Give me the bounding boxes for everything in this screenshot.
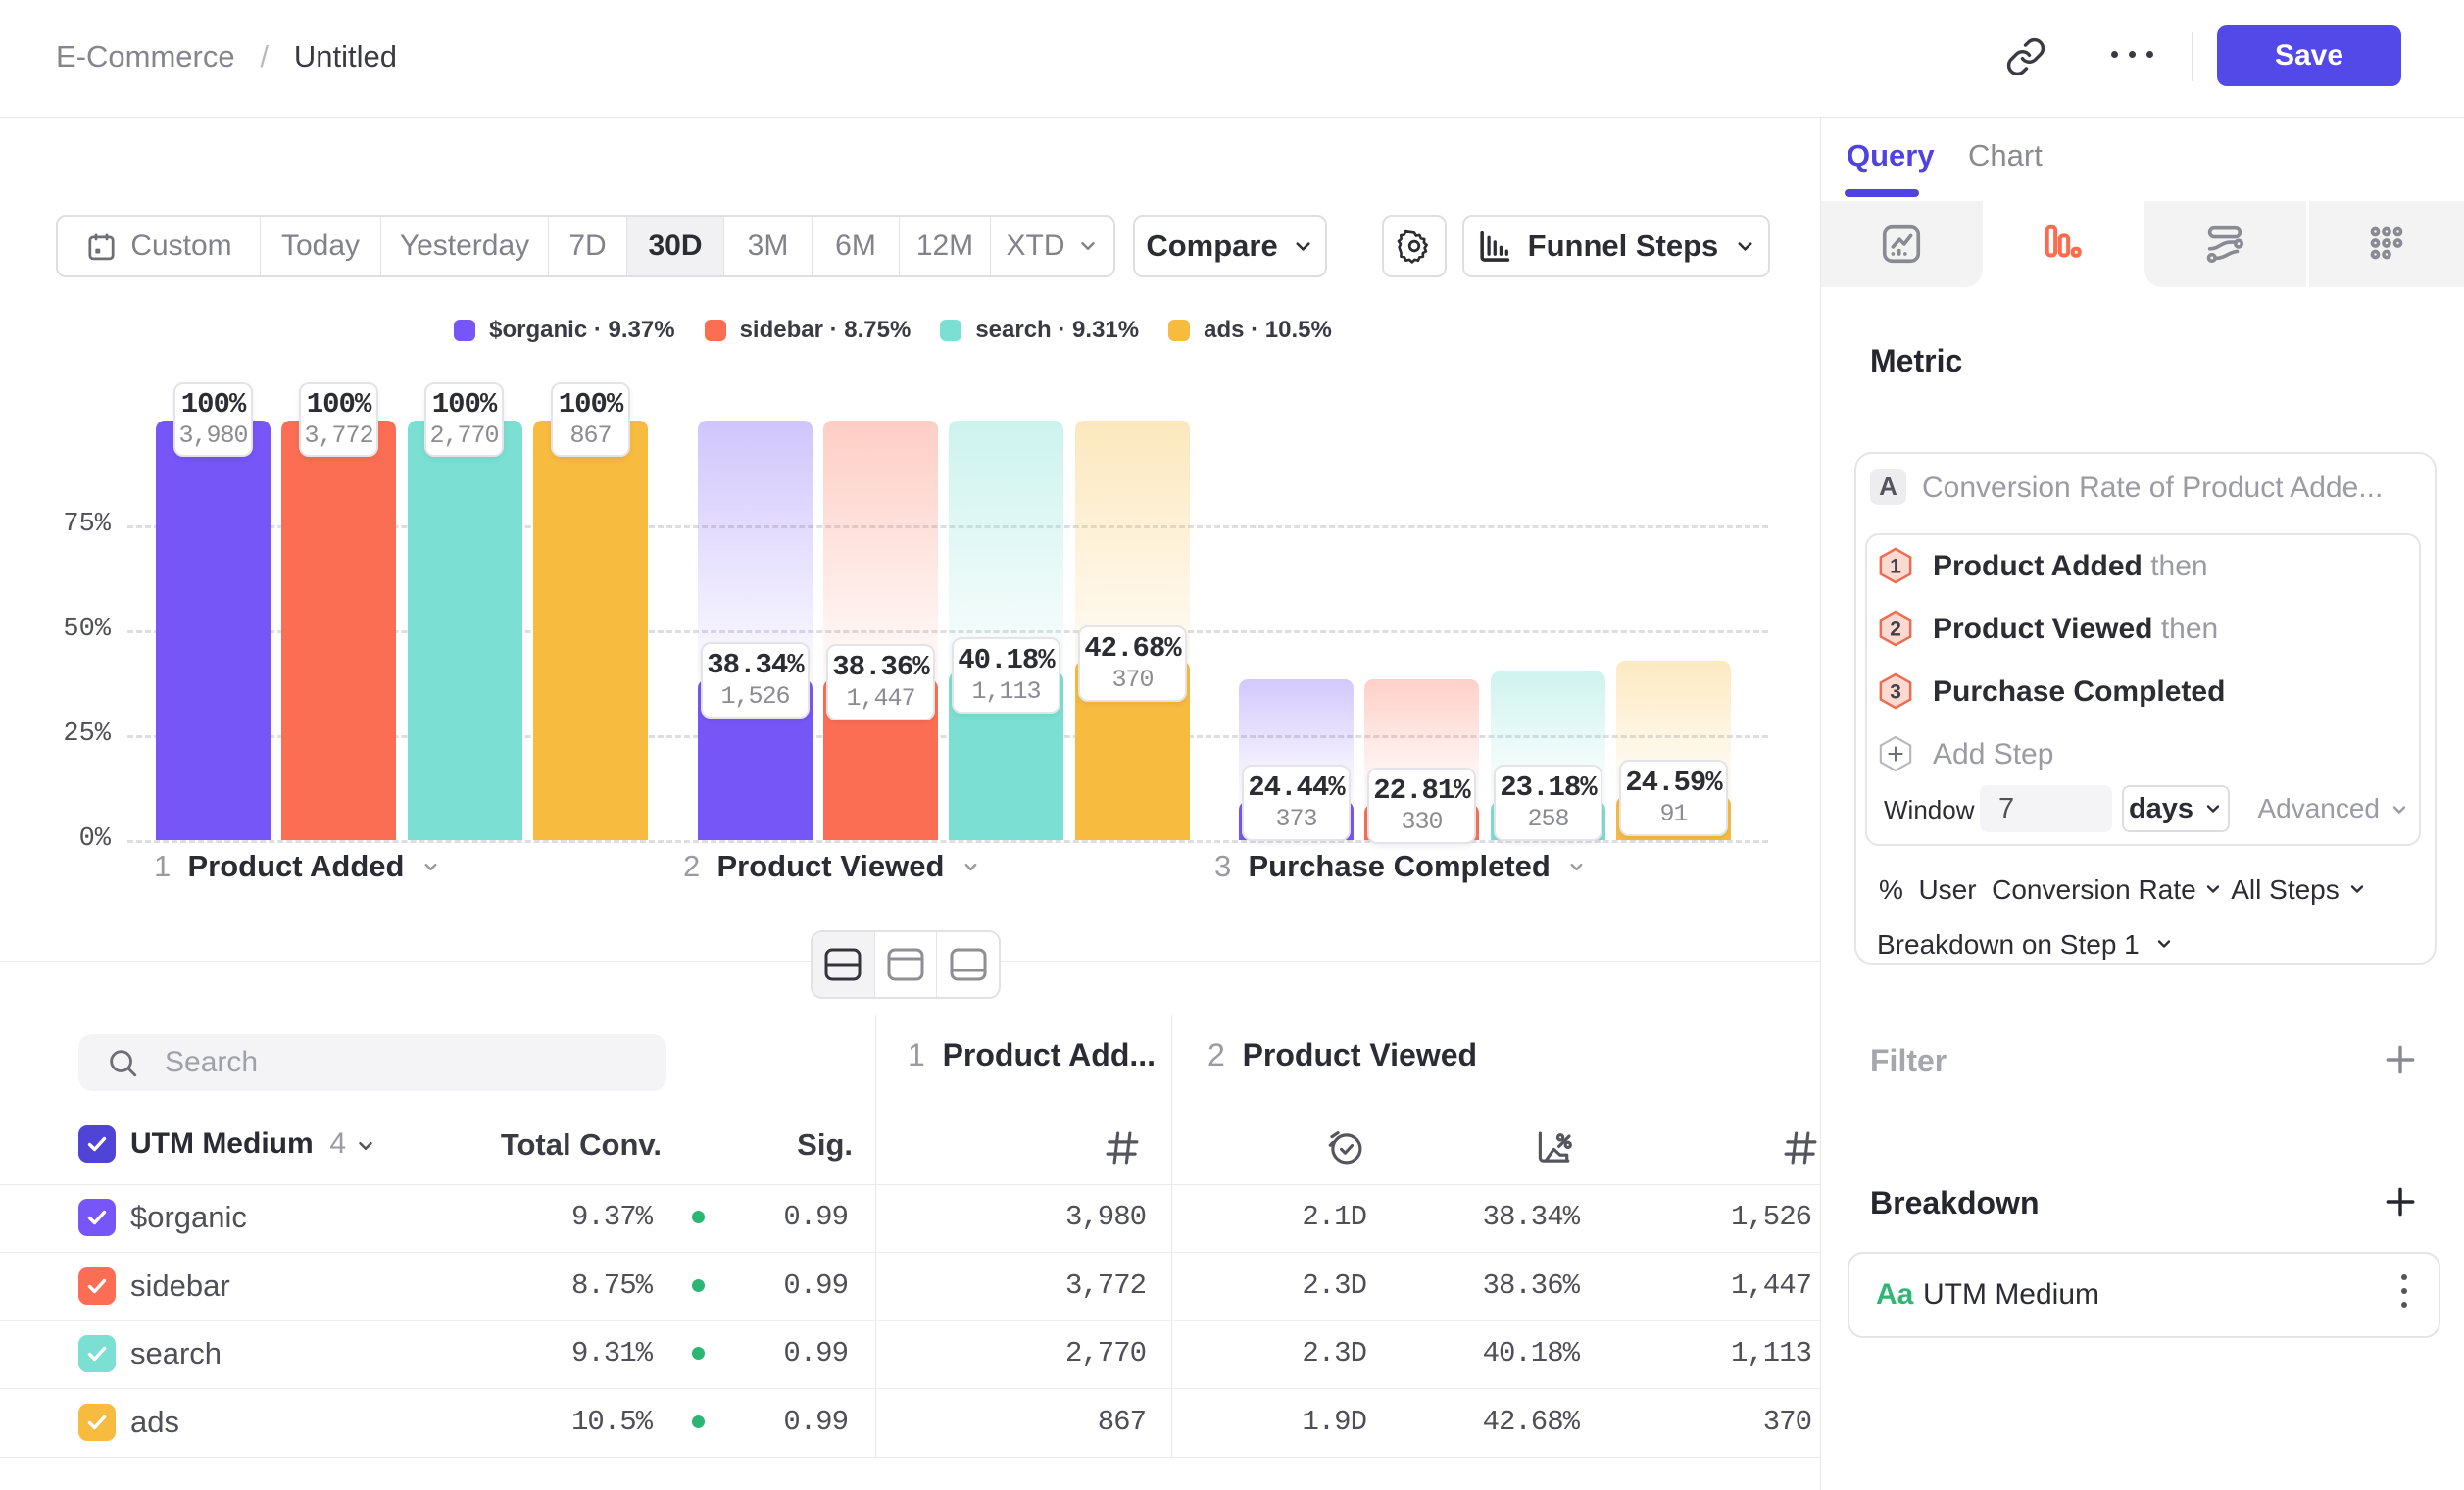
svg-text:1: 1 [1890,556,1901,578]
svg-text:3: 3 [1890,681,1901,704]
svg-text:2: 2 [1890,619,1901,641]
